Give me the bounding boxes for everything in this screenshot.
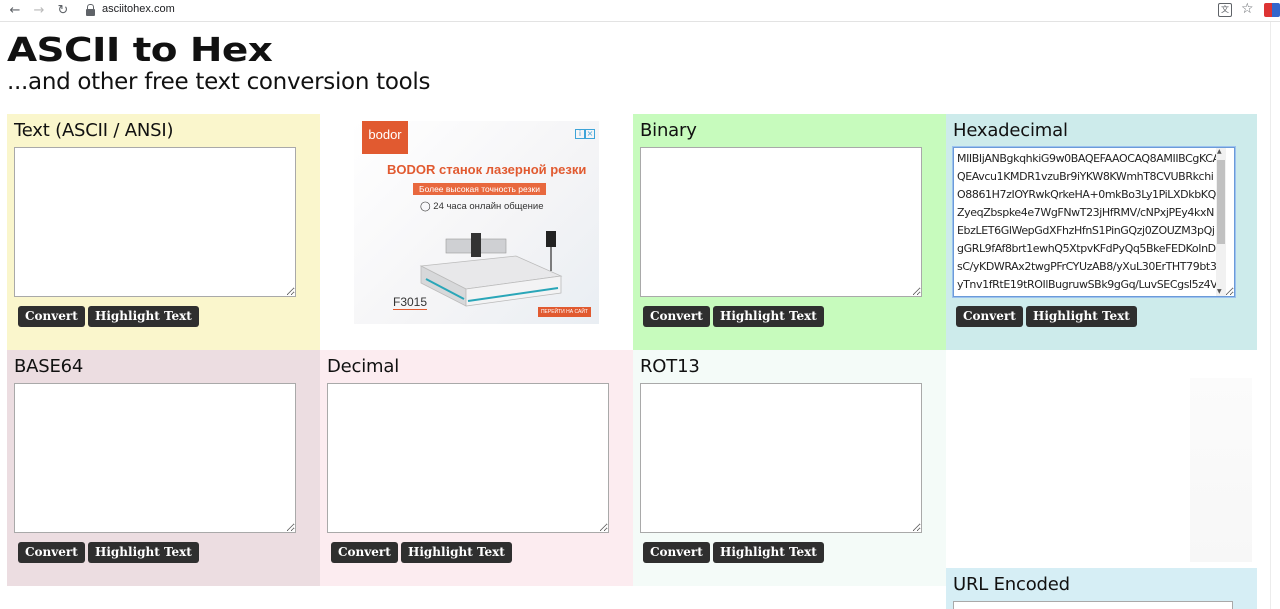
panel-title: Decimal <box>327 356 399 377</box>
convert-button[interactable]: Convert <box>331 542 398 563</box>
scroll-up-icon[interactable]: ▲ <box>1217 148 1222 155</box>
site-tagline: ...and other free text conversion tools <box>7 69 431 95</box>
address-bar[interactable]: asciitohex.com <box>102 3 175 15</box>
rot13-panel: ROT13 Convert Highlight Text <box>633 350 946 586</box>
panel-title: Text (ASCII / ANSI) <box>14 120 174 141</box>
panel-title: URL Encoded <box>953 574 1070 595</box>
panel-title: ROT13 <box>640 356 700 377</box>
laser-machine-image[interactable] <box>416 221 566 311</box>
panel-title: Hexadecimal <box>953 120 1068 141</box>
highlight-text-button[interactable]: Highlight Text <box>88 306 199 327</box>
hexadecimal-panel: Hexadecimal ▲ ▼ Convert Highlight Text <box>946 114 1257 350</box>
convert-button[interactable]: Convert <box>956 306 1023 327</box>
ad-headline[interactable]: BODOR станок лазерной резки <box>387 162 586 177</box>
base64-input[interactable] <box>14 383 296 533</box>
ad-choices[interactable]: i × <box>575 121 597 139</box>
close-ad-icon[interactable]: × <box>585 129 595 139</box>
forward-arrow-icon[interactable]: → <box>30 2 48 20</box>
highlight-text-button[interactable]: Highlight Text <box>88 542 199 563</box>
extension-icon[interactable] <box>1264 3 1280 17</box>
rot13-input[interactable] <box>640 383 922 533</box>
highlight-text-button[interactable]: Highlight Text <box>401 542 512 563</box>
convert-button[interactable]: Convert <box>643 306 710 327</box>
textarea-scrollbar[interactable]: ▲ ▼ <box>1216 148 1226 296</box>
lock-icon[interactable] <box>86 4 95 16</box>
hexadecimal-input[interactable] <box>952 146 1236 298</box>
decimal-input[interactable] <box>327 383 609 533</box>
convert-button[interactable]: Convert <box>18 306 85 327</box>
highlight-text-button[interactable]: Highlight Text <box>1026 306 1137 327</box>
highlight-text-button[interactable]: Highlight Text <box>713 542 824 563</box>
url-encoded-input[interactable] <box>953 601 1233 609</box>
ad-placeholder <box>1190 378 1252 562</box>
back-arrow-icon[interactable]: ← <box>6 2 24 20</box>
convert-button[interactable]: Convert <box>18 542 85 563</box>
panel-title: BASE64 <box>14 356 84 377</box>
binary-input[interactable] <box>640 147 922 297</box>
translate-icon[interactable]: 文 <box>1218 3 1232 17</box>
ad-support-text[interactable]: ◯ 24 часа онлайн общение <box>420 201 544 212</box>
ad-pill[interactable]: Более высокая точность резки <box>413 183 546 195</box>
scroll-down-icon[interactable]: ▼ <box>1217 288 1222 295</box>
decimal-panel: Decimal Convert Highlight Text <box>320 350 633 586</box>
browser-toolbar: ← → ↻ asciitohex.com 文 ☆ <box>0 0 1280 22</box>
page-scrollbar-track <box>1270 22 1271 609</box>
text-input[interactable] <box>14 147 296 297</box>
adchoices-icon[interactable]: i <box>575 129 585 139</box>
scroll-thumb[interactable] <box>1217 160 1225 244</box>
ad-brand-logo[interactable]: bodor <box>362 121 408 154</box>
ad-model[interactable]: F3015 <box>393 295 428 310</box>
star-icon[interactable]: ☆ <box>1241 1 1254 17</box>
highlight-text-button[interactable]: Highlight Text <box>713 306 824 327</box>
ad-support-label: 24 часа онлайн общение <box>433 201 544 212</box>
advertisement[interactable]: bodor i × BODOR станок лазерной резки Бол… <box>354 121 599 324</box>
panel-title: Binary <box>640 120 697 141</box>
url-encoded-panel: URL Encoded <box>946 568 1257 609</box>
binary-panel: Binary Convert Highlight Text <box>633 114 946 350</box>
reload-icon[interactable]: ↻ <box>54 2 72 20</box>
text-panel: Text (ASCII / ANSI) Convert Highlight Te… <box>7 114 320 350</box>
ad-cta-button[interactable]: ПЕРЕЙТИ НА САЙТ <box>537 307 591 317</box>
site-logo[interactable]: ASCII to Hex <box>7 30 273 69</box>
base64-panel: BASE64 Convert Highlight Text <box>7 350 320 586</box>
convert-button[interactable]: Convert <box>643 542 710 563</box>
